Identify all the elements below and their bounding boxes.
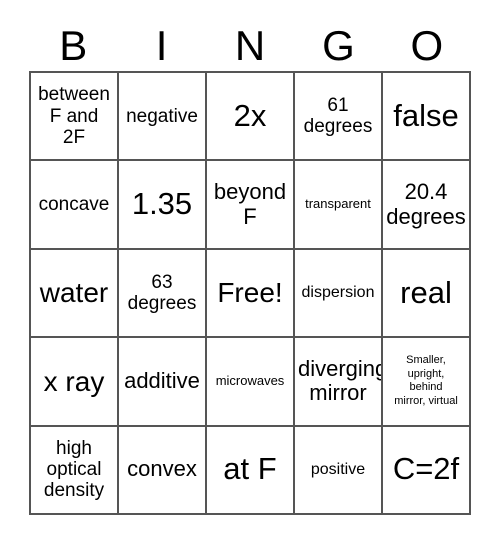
bingo-cell-g2[interactable]: transparent	[295, 161, 383, 250]
bingo-header-letter-n: N	[234, 21, 266, 69]
bingo-header-letter-o: O	[410, 21, 444, 69]
bingo-cell-b3[interactable]: water	[31, 249, 119, 339]
bingo-cell-o4-label: Smaller, upright, behind mirror, virtual	[394, 353, 458, 408]
bingo-cell-g5[interactable]: positive	[295, 426, 383, 515]
bingo-cell-i2-label: 1.35	[131, 186, 193, 222]
bingo-cell-n1[interactable]: 2x	[207, 73, 295, 162]
bingo-card: B I N G O between F and 2F negative 2x 6…	[0, 0, 500, 544]
bingo-cell-i2[interactable]: 1.35	[119, 161, 207, 250]
bingo-cell-b2-label: concave	[38, 193, 110, 215]
bingo-cell-g2-label: transparent	[305, 196, 371, 212]
bingo-cell-b4[interactable]: x ray	[31, 338, 119, 427]
bingo-cell-i4[interactable]: additive	[119, 338, 207, 427]
bingo-cell-b5[interactable]: high optical density	[31, 426, 119, 515]
bingo-cell-o3-label: real	[400, 274, 452, 310]
bingo-cell-g4-label: diverging mirror	[298, 355, 383, 406]
bingo-cell-free-label: Free!	[217, 277, 283, 309]
bingo-cell-b4-label: x ray	[43, 365, 105, 397]
bingo-header-letter-b: B	[59, 21, 88, 69]
bingo-cell-b3-label: water	[39, 277, 109, 309]
bingo-cell-o1[interactable]: false	[383, 73, 471, 162]
bingo-cell-o1-label: false	[393, 97, 459, 133]
bingo-cell-g3[interactable]: dispersion	[295, 249, 383, 339]
bingo-cell-free[interactable]: Free!	[207, 249, 295, 339]
bingo-cell-g5-label: positive	[310, 460, 366, 478]
bingo-cell-g1-label: 61 degrees	[303, 94, 373, 138]
bingo-cell-n4[interactable]: microwaves	[207, 338, 295, 427]
bingo-header-letter-i: I	[155, 21, 168, 69]
bingo-cell-n1-label: 2x	[233, 97, 267, 133]
bingo-cell-n5-label: at F	[223, 451, 277, 487]
bingo-cell-n2[interactable]: beyond F	[207, 161, 295, 250]
bingo-cell-o3[interactable]: real	[383, 249, 471, 339]
bingo-cell-o4[interactable]: Smaller, upright, behind mirror, virtual	[383, 338, 471, 427]
bingo-cell-b1[interactable]: between F and 2F	[31, 73, 119, 162]
bingo-cell-i1-label: negative	[126, 105, 198, 127]
bingo-cell-o2-label: 20.4 degrees	[386, 178, 466, 229]
bingo-cell-o5-label: C=2f	[392, 451, 460, 487]
bingo-cell-i5-label: convex	[127, 456, 197, 482]
bingo-cell-n4-label: microwaves	[215, 373, 285, 389]
bingo-cell-n5[interactable]: at F	[207, 426, 295, 515]
bingo-cell-b5-label: high optical density	[43, 437, 105, 502]
bingo-cell-g4[interactable]: diverging mirror	[295, 338, 383, 427]
bingo-cell-g1[interactable]: 61 degrees	[295, 73, 383, 162]
bingo-cell-i3-label: 63 degrees	[127, 271, 197, 314]
bingo-header-row: B I N G O	[29, 20, 471, 71]
bingo-cell-i4-label: additive	[124, 368, 200, 394]
bingo-header-letter-g: G	[322, 21, 355, 69]
bingo-cell-g3-label: dispersion	[301, 284, 375, 302]
bingo-cell-o2[interactable]: 20.4 degrees	[383, 161, 471, 250]
bingo-cell-n2-label: beyond F	[213, 178, 287, 229]
bingo-cell-i3[interactable]: 63 degrees	[119, 249, 207, 339]
bingo-cell-o5[interactable]: C=2f	[383, 426, 471, 515]
bingo-cell-i5[interactable]: convex	[119, 426, 207, 515]
bingo-cell-b1-label: between F and 2F	[38, 84, 110, 148]
bingo-cell-b2[interactable]: concave	[31, 161, 119, 250]
bingo-grid: between F and 2F negative 2x 61 degrees …	[29, 71, 471, 515]
bingo-cell-i1[interactable]: negative	[119, 73, 207, 162]
